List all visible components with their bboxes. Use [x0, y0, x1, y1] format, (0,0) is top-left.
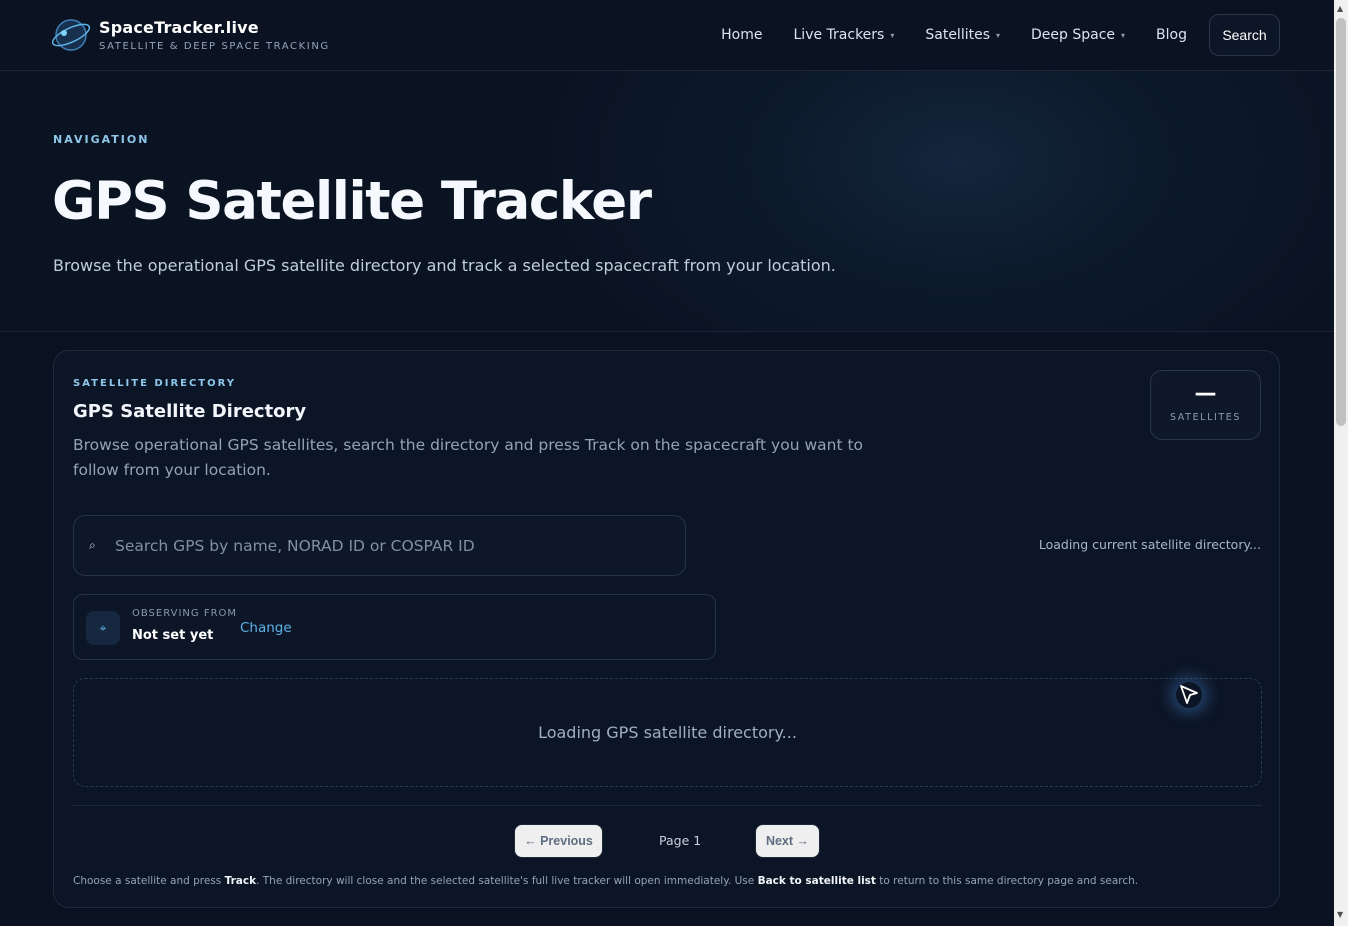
change-location-link[interactable]: Change	[240, 620, 292, 636]
page-title: GPS Satellite Tracker	[52, 171, 652, 232]
nav-satellites-label: Satellites	[925, 27, 990, 43]
satellite-directory-card: SATELLITE DIRECTORY GPS Satellite Direct…	[53, 350, 1280, 908]
search-button[interactable]: Search	[1209, 14, 1280, 56]
footnote-back: Back to satellite list	[757, 875, 876, 887]
footnote-track: Track	[224, 875, 257, 887]
directory-description: Browse operational GPS satellites, searc…	[73, 436, 864, 479]
search-icon: ⌕	[89, 538, 96, 552]
footnote-text-1: Choose a satellite and press	[73, 875, 225, 887]
page-scrollbar[interactable]: ▲ ▼	[1334, 0, 1348, 926]
scroll-thumb[interactable]	[1336, 18, 1346, 426]
loading-message: Loading GPS satellite directory...	[538, 723, 797, 742]
chevron-down-icon: ▾	[1121, 30, 1126, 40]
crosshair-icon: ⌖	[86, 611, 120, 645]
brand-name: SpaceTracker.live	[99, 18, 259, 37]
directory-loading-placeholder: Loading GPS satellite directory...	[73, 678, 1262, 787]
search-input[interactable]	[115, 536, 675, 555]
nav-home-label: Home	[721, 27, 763, 43]
scroll-up-icon[interactable]: ▲	[1337, 4, 1343, 13]
nav-deep-space-label: Deep Space	[1031, 27, 1116, 43]
divider	[73, 805, 1262, 806]
search-field: ⌕	[73, 515, 686, 576]
observer-label: OBSERVING FROM	[132, 608, 238, 619]
brand-tagline: SATELLITE & DEEP SPACE TRACKING	[99, 41, 330, 52]
observer-value: Not set yet	[132, 628, 214, 643]
next-page-button[interactable]: Next →	[755, 824, 820, 858]
satellite-count-value: —	[1194, 381, 1217, 406]
footnote-text-2: . The directory will close and the selec…	[256, 875, 758, 887]
satellite-count-badge: — SATELLITES	[1150, 370, 1261, 440]
pagination: ← Previous Page 1 Next →	[54, 824, 1279, 858]
nav-live-trackers[interactable]: Live Trackers ▾	[794, 27, 895, 43]
nav-satellites[interactable]: Satellites ▾	[925, 27, 1000, 43]
directory-footnote: Choose a satellite and press Track. The …	[73, 875, 1138, 887]
previous-page-button[interactable]: ← Previous	[514, 824, 603, 858]
satellite-count-label: SATELLITES	[1170, 412, 1241, 423]
nav-blog[interactable]: Blog	[1156, 27, 1187, 43]
nav-live-trackers-label: Live Trackers	[793, 27, 885, 43]
observer-location: ⌖ OBSERVING FROM Not set yet Change	[73, 594, 716, 660]
hero-section: NAVIGATION GPS Satellite Tracker Browse …	[0, 71, 1334, 332]
nav-blog-label: Blog	[1156, 27, 1187, 43]
chevron-down-icon: ▾	[996, 30, 1001, 40]
orbit-logo-icon	[50, 16, 92, 54]
brand-link[interactable]: SpaceTracker.live SATELLITE & DEEP SPACE…	[50, 16, 330, 54]
site-header: SpaceTracker.live SATELLITE & DEEP SPACE…	[0, 0, 1334, 71]
directory-title: GPS Satellite Directory	[73, 401, 307, 422]
mouse-cursor-icon	[1176, 682, 1202, 708]
nav-home[interactable]: Home	[721, 27, 762, 43]
directory-status: Loading current satellite directory...	[1038, 537, 1261, 552]
scroll-down-icon[interactable]: ▼	[1337, 910, 1343, 919]
directory-eyebrow: SATELLITE DIRECTORY	[73, 378, 237, 389]
page-subtitle: Browse the operational GPS satellite dir…	[53, 256, 836, 275]
hero-eyebrow: NAVIGATION	[53, 133, 150, 146]
chevron-down-icon: ▾	[890, 30, 895, 40]
main-nav: Home Live Trackers ▾ Satellites ▾ Deep Spa…	[690, 14, 1280, 56]
footnote-text-3: to return to this same directory page an…	[875, 875, 1139, 887]
page-indicator: Page 1	[659, 833, 702, 848]
nav-deep-space[interactable]: Deep Space ▾	[1031, 27, 1125, 43]
